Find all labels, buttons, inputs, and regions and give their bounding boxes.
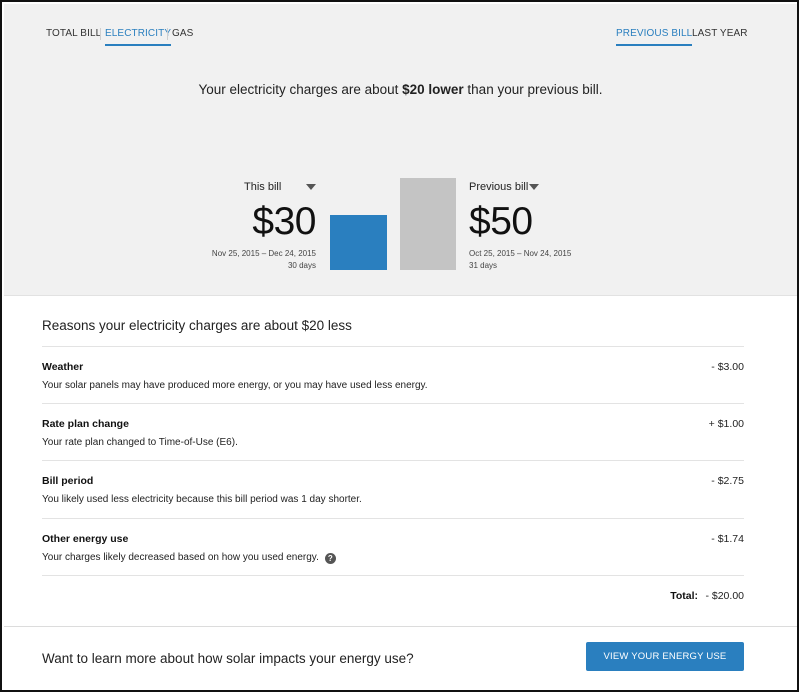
tab-last-year[interactable]: LAST YEAR [692, 28, 748, 39]
view-energy-use-button[interactable]: VIEW YOUR ENERGY USE [586, 642, 744, 671]
this-bill-days: 30 days [287, 261, 316, 270]
reason-other-energy-use: Other energy use Your charges likely dec… [42, 518, 744, 576]
summary-panel: TOTAL BILL ELECTRICITY GAS PREVIOUS BILL… [4, 4, 797, 296]
caret-down-icon[interactable] [306, 184, 316, 190]
reason-weather: Weather Your solar panels may have produ… [42, 346, 744, 404]
previous-bill-label: Previous bill [469, 181, 529, 193]
this-bill-bar [330, 215, 387, 270]
tab-gas[interactable]: GAS [172, 28, 193, 39]
reason-description: You likely used less electricity because… [42, 494, 362, 505]
this-bill-label: This bill [244, 181, 282, 193]
previous-bill-days: 31 days [469, 261, 498, 270]
headline-text-after: than your previous bill. [463, 82, 603, 97]
reason-description: Your charges likely decreased based on h… [42, 552, 336, 564]
reason-description: Your rate plan changed to Time-of-Use (E… [42, 437, 238, 448]
this-bill-amount: $30 [252, 200, 316, 243]
reason-description: Your solar panels may have produced more… [42, 380, 428, 391]
reasons-title: Reasons your electricity charges are abo… [42, 318, 352, 333]
bill-comparison-window: TOTAL BILL ELECTRICITY GAS PREVIOUS BILL… [0, 0, 799, 692]
reason-amount: + $1.00 [708, 418, 744, 430]
reason-title: Bill period [42, 475, 94, 487]
headline-text-before: Your electricity charges are about [198, 82, 403, 97]
reason-bill-period: Bill period You likely used less electri… [42, 460, 744, 518]
footer: Want to learn more about how solar impac… [4, 626, 797, 690]
tab-electricity[interactable]: ELECTRICITY [105, 28, 172, 46]
previous-bill-amount: $50 [469, 200, 533, 243]
previous-bill-bar [400, 178, 456, 270]
previous-bill-dates: Oct 25, 2015 – Nov 24, 2015 [469, 249, 572, 258]
reason-rate-plan-change: Rate plan change Your rate plan changed … [42, 403, 744, 461]
reason-title: Weather [42, 361, 84, 373]
tab-divider [100, 28, 101, 40]
comparison-headline: Your electricity charges are about $20 l… [4, 82, 797, 97]
total-amount: - $20.00 [705, 590, 744, 602]
reason-amount: - $1.74 [711, 533, 744, 545]
tab-total-bill[interactable]: TOTAL BILL [46, 28, 101, 39]
reason-amount: - $3.00 [711, 361, 744, 373]
reason-amount: - $2.75 [711, 475, 744, 487]
headline-emphasis: $20 lower [402, 82, 464, 97]
footer-text: Want to learn more about how solar impac… [42, 651, 414, 666]
reason-title: Other energy use [42, 533, 129, 545]
reason-description-text: Your charges likely decreased based on h… [42, 552, 319, 563]
total-label: Total: [670, 590, 698, 602]
tab-previous-bill[interactable]: PREVIOUS BILL [616, 28, 693, 46]
help-icon[interactable]: ? [324, 553, 336, 564]
caret-down-icon[interactable] [529, 184, 539, 190]
this-bill-dates: Nov 25, 2015 – Dec 24, 2015 [211, 249, 316, 258]
reason-title: Rate plan change [42, 418, 129, 430]
total-row: Total: - $20.00 [42, 575, 744, 627]
tab-divider [167, 28, 168, 40]
